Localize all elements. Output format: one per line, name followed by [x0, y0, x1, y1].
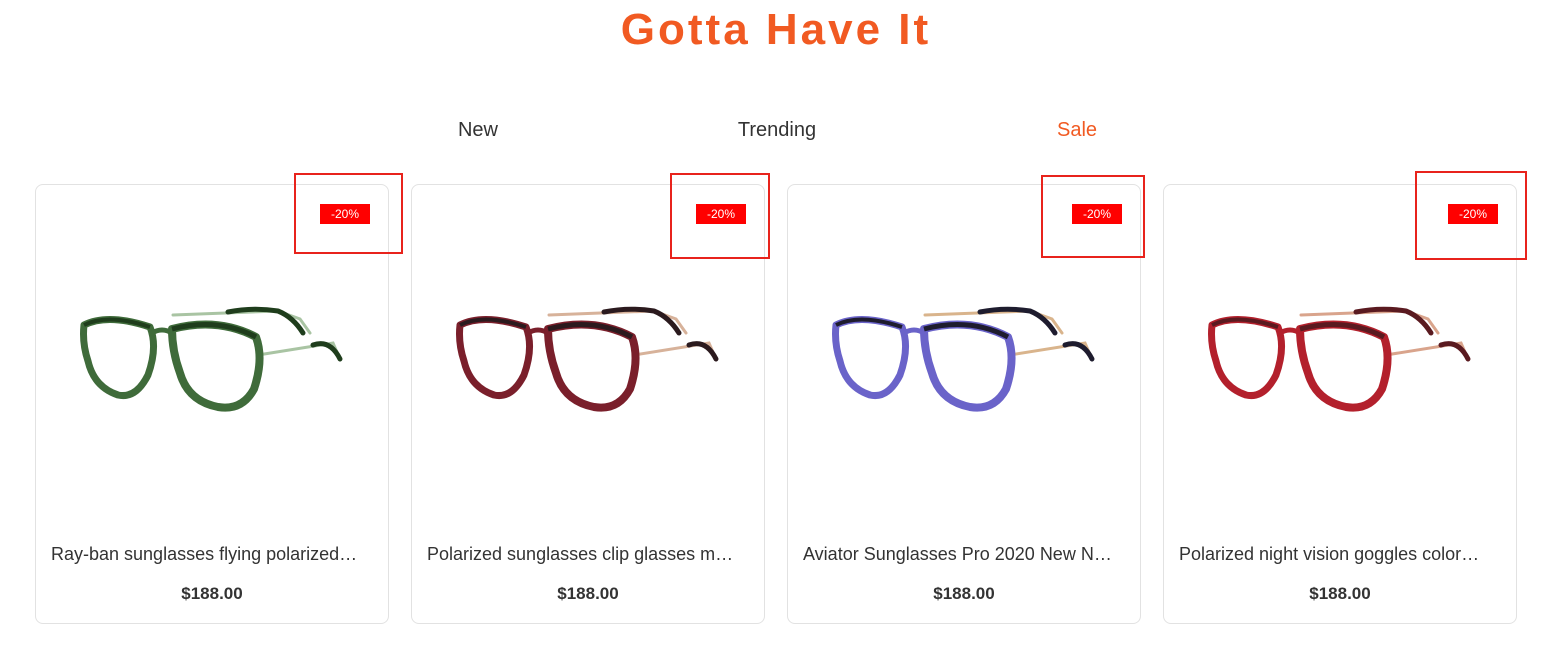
left-lens: [1208, 315, 1285, 400]
product-card[interactable]: -20% Polarized sunglasses clip glasses m…: [411, 184, 765, 624]
right-lens: [168, 320, 264, 412]
left-lens: [832, 315, 909, 400]
near-temple-tip: [1062, 341, 1095, 362]
product-image[interactable]: [1206, 303, 1476, 433]
near-temple-tip: [686, 341, 719, 362]
product-card[interactable]: -20% Ray-ban sunglasses flying polarized…: [35, 184, 389, 624]
near-temple-tip: [1438, 341, 1471, 362]
product-price: $188.00: [181, 584, 243, 603]
product-name[interactable]: Aviator Sunglasses Pro 2020 New Nyl…: [803, 543, 1119, 565]
tab-new[interactable]: New: [458, 116, 498, 144]
product-price: $188.00: [557, 584, 619, 603]
product-name[interactable]: Polarized night vision goggles color…: [1179, 543, 1495, 565]
product-image[interactable]: [830, 303, 1100, 433]
product-image[interactable]: [78, 303, 348, 433]
discount-badge: -20%: [696, 204, 746, 224]
discount-badge: -20%: [320, 204, 370, 224]
near-temple-tip: [310, 341, 343, 362]
product-price: $188.00: [1309, 584, 1371, 603]
discount-badge: -20%: [1448, 204, 1498, 224]
section-title: Gotta Have It: [620, 5, 932, 54]
left-lens: [80, 315, 157, 400]
right-lens: [544, 320, 640, 412]
product-section: Gotta Have It New Trending Sale -20% Ray…: [0, 0, 1552, 664]
tab-trending[interactable]: Trending: [738, 116, 816, 144]
right-lens: [920, 320, 1016, 412]
product-name[interactable]: Ray-ban sunglasses flying polarized…: [51, 543, 367, 565]
right-lens: [1296, 320, 1392, 412]
product-image[interactable]: [454, 303, 724, 433]
left-lens: [456, 315, 533, 400]
product-name[interactable]: Polarized sunglasses clip glasses mal…: [427, 543, 743, 565]
product-card[interactable]: -20% Aviator Sunglasses Pro 2020 New Nyl…: [787, 184, 1141, 624]
tab-sale[interactable]: Sale: [1057, 116, 1097, 144]
product-tabs: New Trending Sale: [0, 116, 1552, 146]
product-card[interactable]: -20% Polarized night vision goggles colo…: [1163, 184, 1517, 624]
discount-badge: -20%: [1072, 204, 1122, 224]
product-price: $188.00: [933, 584, 995, 603]
